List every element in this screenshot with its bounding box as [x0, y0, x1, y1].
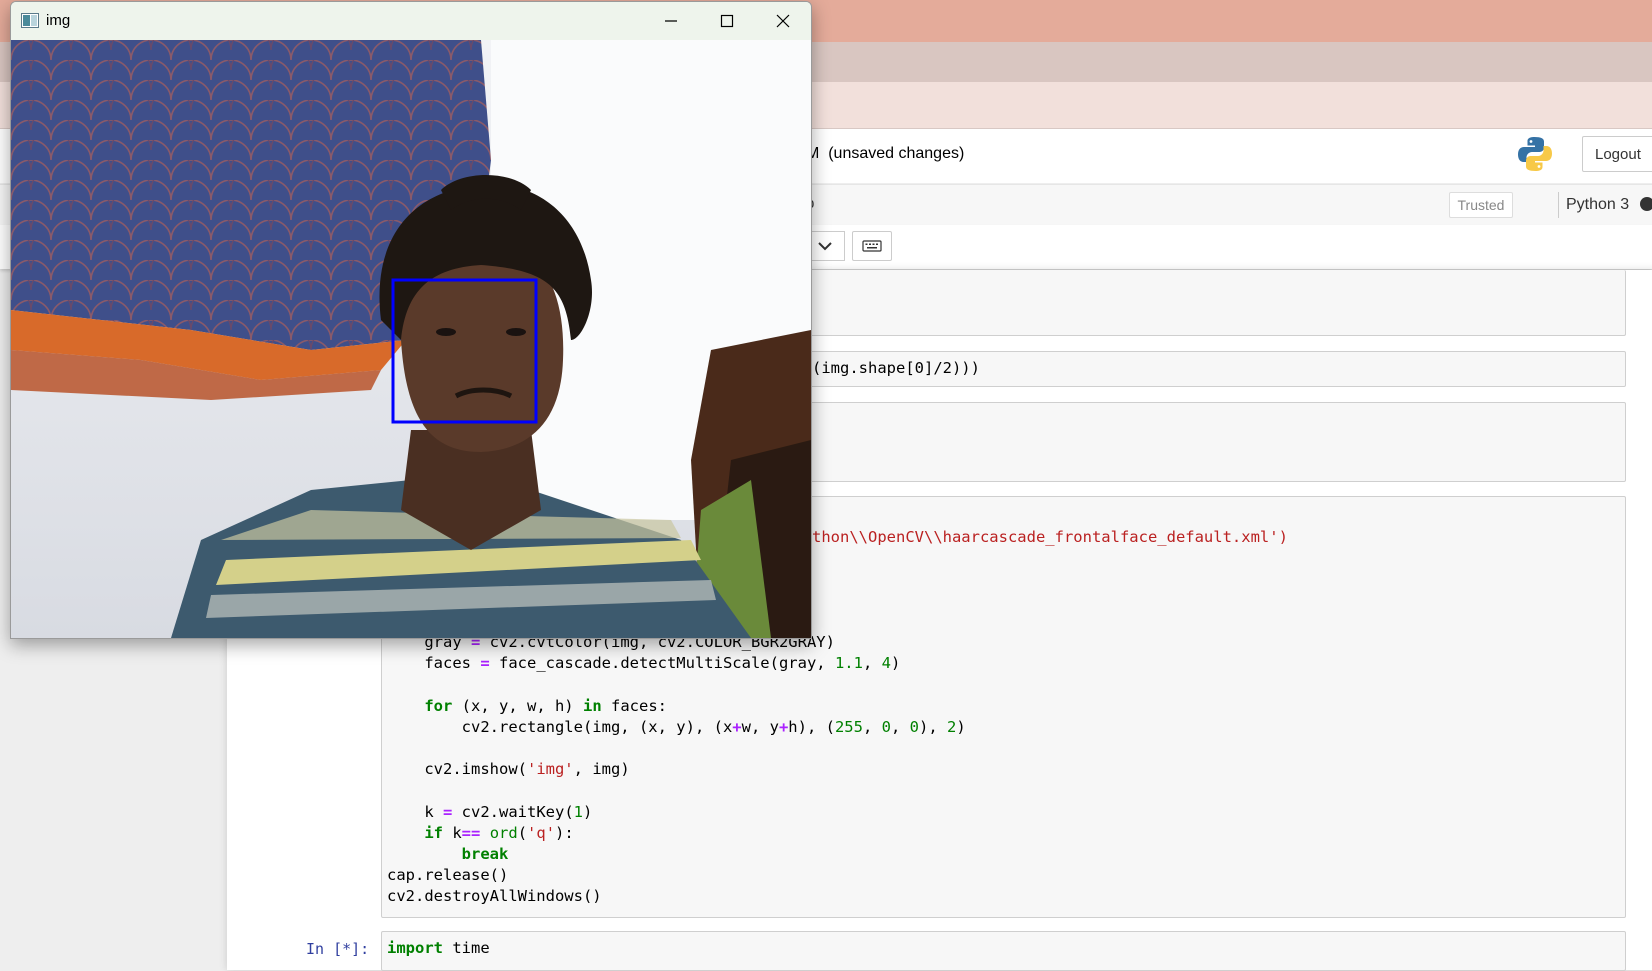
code-line: import time: [387, 939, 490, 957]
command-palette-button[interactable]: [852, 231, 892, 261]
minimize-button[interactable]: [643, 2, 699, 40]
trusted-indicator[interactable]: Trusted: [1449, 192, 1513, 218]
maximize-icon: [720, 14, 734, 28]
window-titlebar[interactable]: img: [11, 2, 811, 40]
python-logo-icon: [1518, 137, 1552, 171]
app-icon: [21, 13, 39, 28]
code-line: cv2.imshow('img', img): [387, 760, 630, 779]
code-cell-input[interactable]: [806, 270, 1626, 336]
code-line: faces = face_cascade.detectMultiScale(gr…: [387, 654, 901, 673]
keyboard-icon: [862, 240, 882, 252]
kernel-separator: [1558, 192, 1559, 218]
code-block: gray = cv2.cvtColor(img, cv2.COLOR_BGR2G…: [387, 632, 966, 908]
save-status: (unsaved changes): [828, 145, 965, 162]
close-button[interactable]: [755, 2, 811, 40]
logout-button[interactable]: Logout: [1582, 136, 1652, 172]
kernel-name[interactable]: Python 3: [1566, 196, 1629, 214]
kernel-status-icon: [1640, 197, 1652, 211]
window-title: img: [46, 12, 71, 29]
close-icon: [776, 14, 790, 28]
cell-prompt: In [*]:: [306, 940, 370, 958]
maximize-button[interactable]: [699, 2, 755, 40]
image-window[interactable]: img: [10, 1, 812, 639]
code-line: cap.release(): [387, 866, 509, 885]
notebook-title: M (unsaved changes): [806, 145, 964, 163]
code-line: cv2.destroyAllWindows(): [387, 887, 602, 906]
code-line: (img.shape[0]/2))): [812, 359, 980, 377]
code-line: cv2.rectangle(img, (x, y), (x+w, y+h), (…: [387, 717, 966, 736]
code-line: if k== ord('q'):: [424, 823, 574, 842]
minimize-icon: [665, 20, 677, 22]
webcam-frame: [11, 40, 811, 638]
code-line: for (x, y, w, h) in faces:: [424, 696, 667, 715]
code-line: k = cv2.waitKey(1): [387, 802, 593, 821]
code-cell-input[interactable]: [381, 931, 1626, 971]
code-cell-input[interactable]: [806, 402, 1626, 482]
code-line: break: [461, 845, 509, 864]
code-line: thon\\OpenCV\\haarcascade_frontalface_de…: [812, 528, 1288, 546]
